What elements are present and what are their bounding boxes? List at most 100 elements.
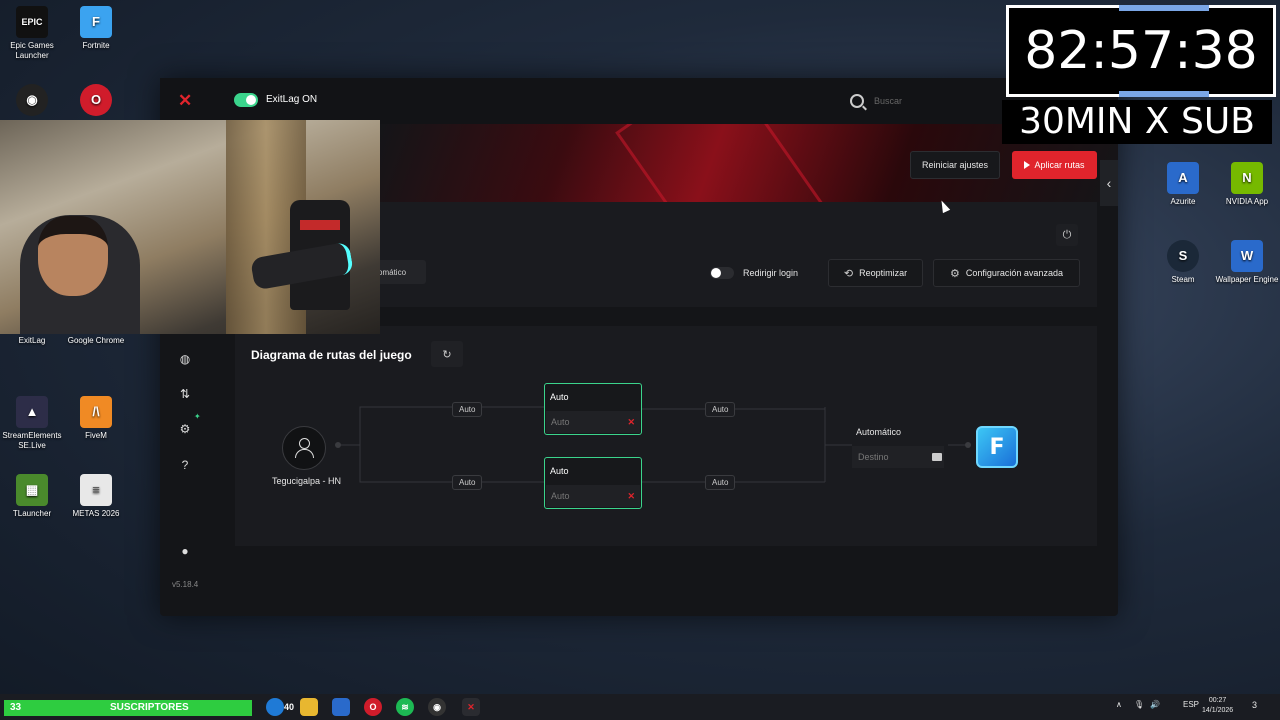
desktop-icon-obs[interactable]: ◉ — [0, 84, 67, 119]
fivem-icon: /\ — [80, 396, 112, 428]
top-bar: ✕ ExitLag ON — [160, 78, 1118, 124]
document-icon: ≡ — [80, 474, 112, 506]
apply-routes-label: Aplicar rutas — [1034, 160, 1085, 170]
desktop-icon-streamelements[interactable]: ▲ StreamElements SE.Live — [0, 396, 67, 451]
desktop-icon-steam[interactable]: S Steam — [1148, 240, 1218, 285]
route-node-title: Auto — [550, 466, 569, 476]
language-indicator[interactable]: ESP — [1183, 700, 1199, 709]
user-icon — [294, 438, 314, 458]
subscriber-goal-bar: 33 SUSCRIPTORES — [4, 700, 252, 716]
mic-icon[interactable]: 🎙 — [1134, 700, 1144, 709]
desktop-icon-label: ExitLag — [18, 336, 46, 345]
sidebar — [160, 338, 210, 608]
notifications-icon[interactable]: 3 — [1252, 700, 1257, 710]
reoptimize-label: Reoptimizar — [859, 268, 908, 278]
route-chip[interactable]: Auto — [705, 402, 736, 417]
desktop-icon-nvidia[interactable]: N NVIDIA App — [1212, 162, 1280, 207]
desktop-icon-exitlag[interactable]: ExitLag — [0, 336, 67, 346]
power-icon[interactable]: ⏻ — [1056, 224, 1078, 246]
epic-games-icon: EPIC — [16, 6, 48, 38]
mode-selector-label: omático — [378, 267, 407, 277]
steam-icon: S — [1167, 240, 1199, 272]
desktop-icon-epic-games[interactable]: EPIC Epic Games Launcher — [0, 6, 67, 61]
desktop-icon-azurite[interactable]: A Azurite — [1148, 162, 1218, 207]
advanced-settings-label: Configuración avanzada — [965, 268, 1063, 278]
desktop-icon-chrome[interactable]: Google Chrome — [61, 336, 131, 346]
wallpaper-engine-icon: W — [1231, 240, 1263, 272]
route-chip[interactable]: Auto — [452, 402, 483, 417]
search-box[interactable] — [842, 88, 1012, 114]
arrows-updown-icon[interactable]: ⇅ — [178, 387, 192, 401]
desktop-icon-opera[interactable]: O — [61, 84, 131, 119]
origin-location-label: Tegucigalpa - HN — [272, 476, 342, 486]
route-chip[interactable]: Auto — [452, 475, 483, 490]
desktop-icon-label: StreamElements SE.Live — [2, 431, 62, 450]
desktop-icon-label: Fortnite — [82, 41, 110, 50]
desktop-icon-fortnite[interactable]: F Fortnite — [61, 6, 131, 51]
desktop-icon-label: TLauncher — [12, 509, 52, 518]
exitlag-mark-icon: ✕ — [627, 491, 635, 501]
user-icon[interactable]: ● — [178, 544, 192, 558]
reset-settings-label: Reiniciar ajustes — [921, 160, 989, 170]
desktop-icon-wallpaper-engine[interactable]: W Wallpaper Engine — [1212, 240, 1280, 285]
mail-taskbar-icon[interactable] — [332, 698, 350, 716]
tlauncher-icon: ▦ — [16, 474, 48, 506]
desktop-icon-label: Epic Games Launcher — [10, 41, 54, 60]
folder-taskbar-icon[interactable] — [300, 698, 318, 716]
origin-node[interactable] — [282, 426, 326, 470]
streamelements-icon: ▲ — [16, 396, 48, 428]
exitlag-power-toggle[interactable] — [234, 93, 258, 107]
destination-node[interactable]: Automático Destino — [852, 420, 948, 468]
subscriber-label: SUSCRIPTORES — [110, 702, 189, 713]
reoptimize-icon: ⟲ — [843, 267, 854, 280]
fortnite-game-icon: F — [976, 426, 1018, 468]
nvidia-icon: N — [1231, 162, 1263, 194]
search-input[interactable] — [874, 96, 994, 106]
search-icon — [850, 94, 864, 108]
help-icon[interactable]: ? — [178, 458, 192, 472]
route-node-select[interactable]: Auto — [546, 411, 640, 433]
desktop-icon-label: FiveM — [85, 431, 107, 440]
banner-decoration — [615, 124, 825, 202]
redirect-login-toggle[interactable] — [710, 267, 734, 279]
opera-taskbar-icon[interactable]: O — [364, 698, 382, 716]
refresh-icon: ↻ — [442, 348, 452, 361]
desktop-icon-label: Steam — [1171, 275, 1195, 284]
reset-settings-button[interactable]: Reiniciar ajustes — [910, 151, 1000, 179]
reoptimize-button[interactable]: ⟲ Reoptimizar — [828, 259, 923, 287]
route-node[interactable]: Auto Auto ✕ — [544, 383, 642, 435]
chevron-left-icon: ‹ — [1106, 175, 1112, 191]
clock-date: 14/1/2026 — [1202, 707, 1234, 714]
destination-select[interactable]: Destino — [852, 446, 944, 468]
advanced-settings-button[interactable]: ⚙ Configuración avanzada — [933, 259, 1080, 287]
desktop-icon-metas[interactable]: ≡ METAS 2026 — [61, 474, 131, 519]
tray-chevron-icon[interactable]: ∧ — [1116, 700, 1122, 709]
diagram-title: Diagrama de rutas del juego — [251, 348, 412, 362]
exitlag-taskbar-icon[interactable]: ✕ — [462, 698, 480, 716]
desktop-icon-label: Azurite — [1170, 197, 1196, 206]
exitlag-logo-icon: ✕ — [178, 91, 193, 110]
redirect-login-label: Redirigir login — [743, 268, 799, 278]
webcam-streamer-head — [38, 216, 108, 296]
route-node[interactable]: Auto Auto ✕ — [544, 457, 642, 509]
webcam-overlay — [0, 120, 380, 334]
refresh-button[interactable]: ↻ — [431, 341, 463, 367]
exitlag-mark-icon: ✕ — [627, 417, 635, 427]
route-chip[interactable]: Auto — [705, 475, 736, 490]
route-node-select[interactable]: Auto — [546, 485, 640, 507]
apply-routes-button[interactable]: Aplicar rutas — [1012, 151, 1097, 179]
subscriber-count: 33 — [10, 702, 22, 713]
collapse-panel-button[interactable]: ‹ — [1100, 160, 1118, 206]
gear-icon[interactable]: ⚙ — [178, 422, 192, 436]
volume-icon[interactable]: 🔊 — [1150, 700, 1160, 709]
desktop-icon-tlauncher[interactable]: ▦ TLauncher — [0, 474, 67, 519]
new-indicator-icon: ✦ — [194, 412, 201, 421]
obs-icon: ◉ — [16, 84, 48, 116]
desktop-icon-fivem[interactable]: /\ FiveM — [61, 396, 131, 441]
desktop-icon-label: NVIDIA App — [1225, 197, 1269, 206]
obs-taskbar-icon[interactable]: ◉ — [428, 698, 446, 716]
badge-count: 40 — [283, 702, 294, 712]
globe-icon[interactable]: ◍ — [178, 352, 192, 366]
spotify-taskbar-icon[interactable]: ≋ — [396, 698, 414, 716]
taskbar-clock[interactable]: 00:27 14/1/2026 — [1202, 696, 1233, 716]
